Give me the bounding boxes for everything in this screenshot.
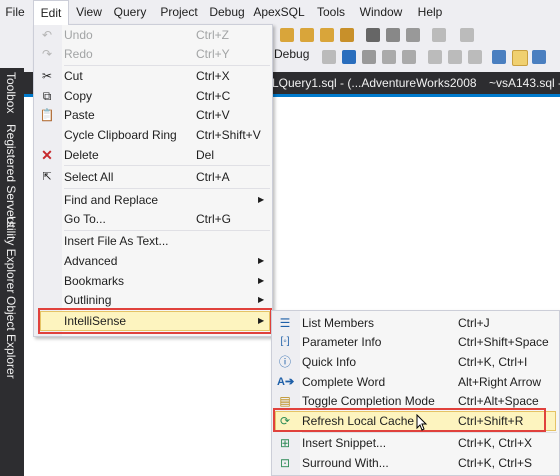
- database-query-icon[interactable]: [300, 28, 314, 42]
- menu-project[interactable]: Project: [156, 0, 202, 24]
- submenu-arrow-icon: ▶: [258, 276, 265, 285]
- checkmark-icon[interactable]: [342, 50, 356, 64]
- menu-item-find-replace[interactable]: Find and Replace ▶: [34, 190, 272, 210]
- menu-separator: [64, 188, 270, 189]
- indent-icon[interactable]: [468, 50, 482, 64]
- menu-item-delete[interactable]: ✕ Delete Del: [34, 145, 272, 165]
- menu-item-cut[interactable]: ✂ Cut Ctrl+X: [34, 66, 272, 86]
- submenu-arrow-icon: ▶: [258, 256, 265, 265]
- menu-file[interactable]: File: [0, 0, 30, 24]
- submenu-arrow-icon: ▶: [258, 295, 265, 304]
- side-tool-strip: Toolbox Registered Servers Utility Explo…: [0, 68, 24, 476]
- parameter-info-icon: [◦]: [280, 336, 290, 347]
- debug-config-label[interactable]: Debug: [274, 47, 309, 61]
- intellisense-submenu: ☰ List Members Ctrl+J [◦] Parameter Info…: [271, 310, 560, 476]
- undo-icon: ↶: [41, 28, 53, 42]
- results-to-grid-icon[interactable]: [512, 50, 528, 66]
- sidebar-tab-object-explorer[interactable]: Object Explorer: [4, 296, 18, 379]
- menu-item-advanced[interactable]: Advanced ▶: [34, 251, 272, 271]
- menu-item-insert-file[interactable]: Insert File As Text...: [34, 231, 272, 251]
- display-plan-icon[interactable]: [382, 50, 396, 64]
- toggle-completion-icon: ▤: [279, 394, 291, 408]
- menu-bar: File Edit View Query Project Debug ApexS…: [0, 0, 560, 25]
- copy-icon: ⧉: [42, 89, 52, 103]
- document-tab-vsa143[interactable]: ~vsA143.sql - (: [489, 72, 560, 94]
- menu-query[interactable]: Query: [110, 0, 150, 24]
- menu-item-list-members[interactable]: ☰ List Members Ctrl+J: [272, 313, 559, 333]
- new-query-icon[interactable]: [280, 28, 294, 42]
- delete-x-icon: ✕: [41, 147, 53, 163]
- menu-item-undo: ↶ Undo Ctrl+Z: [34, 25, 272, 45]
- menu-item-quick-info[interactable]: ⓘ Quick Info Ctrl+K, Ctrl+I: [272, 352, 559, 372]
- insert-snippet-icon: ⊞: [279, 436, 291, 450]
- document-tab-query1[interactable]: LQuery1.sql - (...AdventureWorks2008: [272, 72, 477, 94]
- menu-window[interactable]: Window: [356, 0, 406, 24]
- paste-icon: 📋: [39, 108, 55, 122]
- menu-item-go-to[interactable]: Go To... Ctrl+G: [34, 209, 272, 229]
- sidebar-tab-registered-servers[interactable]: Registered Servers: [4, 124, 18, 227]
- results-grid-icon[interactable]: [362, 50, 376, 64]
- surround-with-icon: ⊡: [279, 456, 291, 470]
- results-to-text-icon[interactable]: [492, 50, 506, 64]
- copy-toolbar-icon[interactable]: [386, 28, 400, 42]
- menu-edit[interactable]: Edit: [33, 0, 69, 25]
- quick-info-icon: ⓘ: [278, 355, 291, 369]
- sidebar-tab-utility-explorer[interactable]: Utility Explorer: [4, 216, 18, 293]
- menu-item-complete-word[interactable]: A➔ Complete Word Alt+Right Arrow: [272, 372, 559, 392]
- undo-toolbar-icon[interactable]: [432, 28, 446, 42]
- menu-item-bookmarks[interactable]: Bookmarks ▶: [34, 271, 272, 291]
- menu-item-outlining[interactable]: Outlining ▶: [34, 290, 272, 310]
- menu-item-redo: ↷ Redo Ctrl+Y: [34, 44, 272, 64]
- menu-item-select-all[interactable]: ⇱ Select All Ctrl+A: [34, 167, 272, 187]
- uncomment-icon[interactable]: [448, 50, 462, 64]
- list-members-icon: ☰: [279, 316, 291, 330]
- intellisense-red-highlight: [38, 308, 272, 334]
- sidebar-tab-toolbox[interactable]: Toolbox: [4, 72, 18, 113]
- menu-debug[interactable]: Debug: [206, 0, 248, 24]
- complete-word-icon: A➔: [277, 376, 295, 388]
- menu-item-copy[interactable]: ⧉ Copy Ctrl+C: [34, 86, 272, 106]
- paste-toolbar-icon[interactable]: [406, 28, 420, 42]
- comment-icon[interactable]: [428, 50, 442, 64]
- mdx-query-icon[interactable]: [340, 28, 354, 42]
- results-to-file-icon[interactable]: [532, 50, 546, 64]
- menu-apexsql[interactable]: ApexSQL: [253, 0, 305, 24]
- menu-item-insert-snippet[interactable]: ⊞ Insert Snippet... Ctrl+K, Ctrl+X: [272, 433, 559, 453]
- menu-item-cycle-clipboard[interactable]: Cycle Clipboard Ring Ctrl+Shift+V: [34, 125, 272, 145]
- redo-toolbar-icon[interactable]: [460, 28, 474, 42]
- menu-tools[interactable]: Tools: [312, 0, 350, 24]
- refresh-cache-red-highlight: [273, 408, 546, 432]
- cut-toolbar-icon[interactable]: [366, 28, 380, 42]
- menu-item-surround-with[interactable]: ⊡ Surround With... Ctrl+K, Ctrl+S: [272, 453, 559, 473]
- menu-item-paste[interactable]: 📋 Paste Ctrl+V: [34, 105, 272, 125]
- submenu-arrow-icon: ▶: [258, 195, 265, 204]
- menu-item-parameter-info[interactable]: [◦] Parameter Info Ctrl+Shift+Space: [272, 332, 559, 352]
- select-all-icon: ⇱: [42, 171, 52, 183]
- menu-view[interactable]: View: [72, 0, 106, 24]
- debug-stop-icon[interactable]: [322, 50, 336, 64]
- edit-menu: ↶ Undo Ctrl+Z ↷ Redo Ctrl+Y ✂ Cut Ctrl+X…: [33, 24, 273, 337]
- analysis-query-icon[interactable]: [320, 28, 334, 42]
- include-plan-icon[interactable]: [402, 50, 416, 64]
- scissors-icon: ✂: [41, 69, 53, 83]
- menu-help[interactable]: Help: [413, 0, 447, 24]
- menu-separator: [64, 165, 270, 166]
- redo-icon: ↷: [41, 47, 53, 61]
- mouse-pointer-icon: [416, 414, 428, 431]
